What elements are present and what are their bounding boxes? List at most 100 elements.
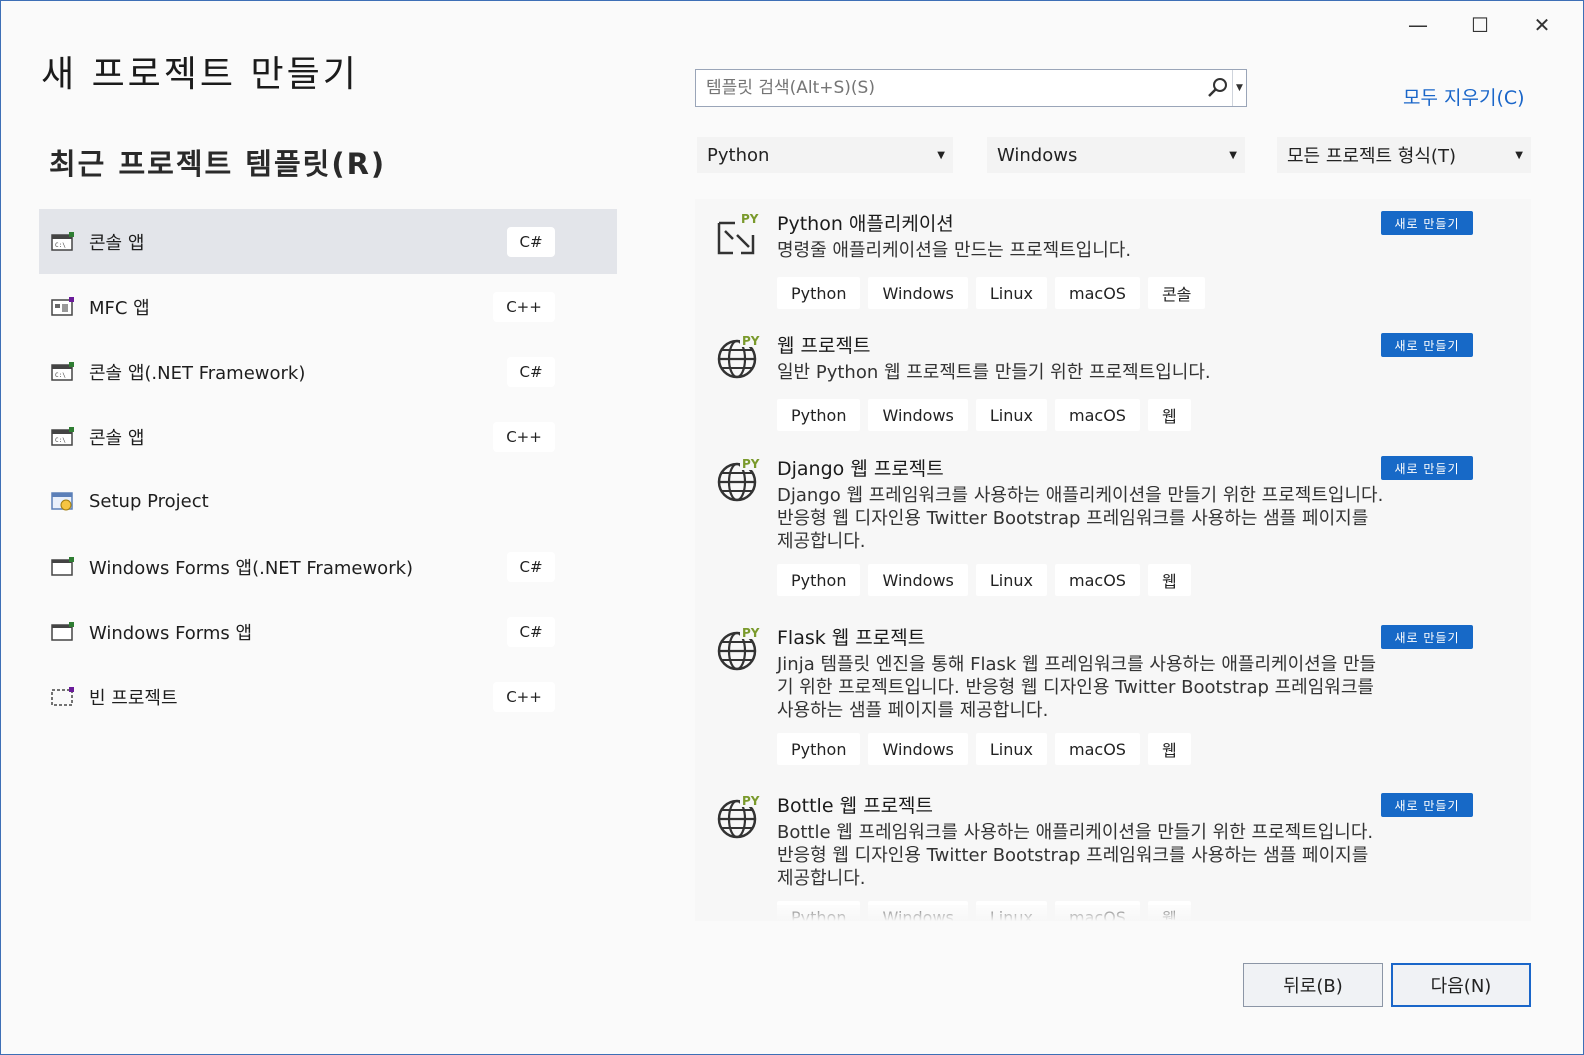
recent-template-item[interactable]: C:\ 콘솔 앱 C++ [39,404,617,469]
svg-text:C:\: C:\ [55,437,66,444]
windows-forms-icon [51,621,77,643]
new-badge: 새로 만들기 [1381,625,1473,649]
template-tag: 웹 [1147,733,1191,765]
template-name: 웹 프로젝트 [777,335,871,357]
windows-forms-icon [51,556,77,578]
back-button[interactable]: 뒤로(B) [1243,963,1383,1007]
template-card[interactable]: PY Bottle 웹 프로젝트 Bottle 웹 프레임워크를 사용하는 애플리케… [695,781,1531,921]
chevron-down-icon: ▼ [1515,149,1523,161]
project-type-filter-value: 모든 프로젝트 형식(T) [1287,146,1456,167]
clear-all-link[interactable]: 모두 지우기(C) [1403,83,1525,110]
recent-template-item[interactable]: C:\ 콘솔 앱 C# [39,209,617,274]
recent-template-item[interactable]: MFC 앱 C++ [39,274,617,339]
create-project-dialog: — ☐ ✕ 새 프로젝트 만들기 최근 프로젝트 템플릿(R) C:\ 콘솔 앱C… [0,0,1584,1055]
recent-template-item[interactable]: C:\ 콘솔 앱(.NET Framework) C# [39,339,617,404]
language-badge: C++ [493,292,555,322]
new-badge: 새로 만들기 [1381,456,1473,480]
svg-text:PY: PY [742,334,760,348]
recent-templates-title: 최근 프로젝트 템플릿(R) [49,147,387,181]
template-tag: Python [777,399,861,431]
template-tag: macOS [1055,399,1140,431]
platform-filter-value: Windows [997,144,1078,166]
template-tag: macOS [1055,564,1140,596]
template-description: Django 웹 프레임워크를 사용하는 애플리케이션을 만들기 위한 프로젝트… [777,485,1384,552]
language-badge: C++ [493,422,555,452]
recent-template-label: 빈 프로젝트 [89,687,178,709]
language-badge: C++ [493,682,555,712]
recent-template-item[interactable]: Setup Project [39,469,617,534]
template-card[interactable]: PY 웹 프로젝트일반 Python 웹 프로젝트를 만들기 위한 프로젝트입니다… [695,321,1531,444]
template-tag: Linux [975,399,1047,431]
template-tag: Windows [868,277,968,309]
console-app-icon: C:\ [51,231,77,253]
template-card[interactable]: PY Python 애플리케이션 명령줄 애플리케이션을 만드는 프로젝트입니다. 새… [695,199,1531,321]
recent-template-item[interactable]: Windows Forms 앱 C# [39,599,617,664]
maximize-button[interactable]: ☐ [1449,7,1511,43]
setup-project-icon [51,491,77,513]
mfc-app-icon [51,296,77,318]
template-tag: Windows [868,564,968,596]
next-button[interactable]: 다음(N) [1391,963,1531,1007]
close-button[interactable]: ✕ [1511,7,1573,43]
template-tag: Linux [975,277,1047,309]
template-tag: 웹 [1147,399,1191,431]
language-filter-value: Python [707,144,770,166]
svg-text:C:\: C:\ [55,372,66,379]
python-web-icon: PY [715,793,765,839]
template-name: Flask 웹 프로젝트 [777,627,926,649]
page-title: 새 프로젝트 만들기 [41,54,359,95]
language-filter[interactable]: Python ▼ [697,137,953,173]
template-description: Jinja 템플릿 엔진을 통해 Flask 웹 프레임워크를 사용하는 애플리… [777,654,1377,721]
template-search[interactable]: ▼ [695,69,1247,107]
template-tag: 콘솔 [1147,277,1206,309]
chevron-down-icon: ▼ [937,149,945,161]
recent-template-item[interactable]: 빈 프로젝트 C++ [39,664,617,729]
python-web-icon: PY [715,625,765,671]
window-controls: — ☐ ✕ [1387,7,1573,43]
language-badge: C# [507,552,555,582]
recent-template-label: Windows Forms 앱(.NET Framework) [89,557,414,579]
close-icon: ✕ [1533,13,1551,37]
new-badge: 새로 만들기 [1381,211,1473,235]
template-tag: Python [777,564,861,596]
template-tag: 웹 [1147,564,1191,596]
recent-template-label: 콘솔 앱 [89,427,145,449]
recent-template-label: Setup Project [89,491,209,512]
search-dropdown-icon[interactable]: ▼ [1232,70,1246,106]
chevron-down-icon: ▼ [1229,149,1237,161]
recent-templates-list: C:\ 콘솔 앱 C# MFC 앱 C++ C:\ 콘솔 앱(.NET Framework)… [39,209,617,729]
recent-template-label: MFC 앱 [89,297,150,319]
template-tag: Windows [868,399,968,431]
empty-project-icon [51,686,77,708]
svg-text:PY: PY [742,626,760,640]
minimize-button[interactable]: — [1387,7,1449,43]
console-app-icon: C:\ [51,426,77,448]
recent-template-label: Windows Forms 앱 [89,622,253,644]
new-badge: 새로 만들기 [1381,333,1473,357]
recent-template-label: 콘솔 앱 [89,232,145,254]
svg-text:PY: PY [742,457,760,471]
search-input[interactable] [696,70,1204,106]
search-icon[interactable] [1204,70,1232,106]
template-tags: PythonWindowsLinuxmacOS웹 [777,564,1191,596]
platform-filter[interactable]: Windows ▼ [987,137,1245,173]
recent-template-label: 콘솔 앱(.NET Framework) [89,362,306,384]
template-card[interactable]: PY Django 웹 프로젝트 Django 웹 프레임워크를 사용하는 애플리케… [695,444,1531,613]
template-tags: PythonWindowsLinuxmacOS웹 [777,733,1191,765]
language-badge: C# [507,617,555,647]
template-description: 명령줄 애플리케이션을 만드는 프로젝트입니다. [777,240,1132,261]
project-type-filter[interactable]: 모든 프로젝트 형식(T) ▼ [1277,137,1531,173]
language-badge: C# [507,357,555,387]
recent-template-item[interactable]: Windows Forms 앱(.NET Framework) C# [39,534,617,599]
template-tag: Linux [975,564,1047,596]
template-card[interactable]: PY Flask 웹 프로젝트 Jinja 템플릿 엔진을 통해 Flask 웹 프… [695,613,1531,781]
template-name: Bottle 웹 프로젝트 [777,795,934,817]
template-name: Django 웹 프로젝트 [777,458,944,480]
svg-text:PY: PY [741,212,759,226]
template-list[interactable]: PY Python 애플리케이션 명령줄 애플리케이션을 만드는 프로젝트입니다. 새… [695,199,1531,921]
new-badge: 새로 만들기 [1381,793,1473,817]
template-description: Bottle 웹 프레임워크를 사용하는 애플리케이션을 만들기 위한 프로젝트… [777,822,1374,889]
template-description: 일반 Python 웹 프로젝트를 만들기 위한 프로젝트입니다. [777,362,1211,383]
maximize-icon: ☐ [1471,13,1489,37]
console-app-icon: C:\ [51,361,77,383]
